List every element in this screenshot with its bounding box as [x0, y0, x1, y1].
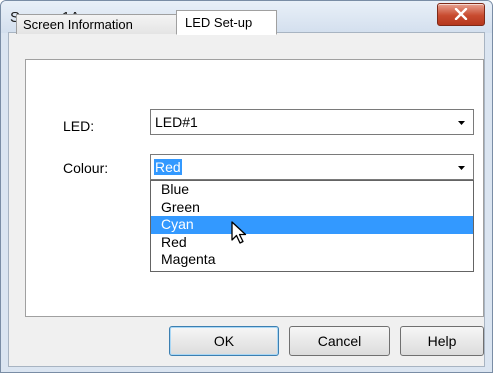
help-button[interactable]: Help [400, 326, 484, 356]
led-label: LED: [63, 118, 95, 134]
colour-dropdown-list: Blue Green Cyan Red Magenta [150, 180, 474, 272]
mouse-pointer-icon [231, 221, 247, 244]
ok-button[interactable]: OK [169, 326, 279, 356]
colour-select[interactable]: Red [150, 154, 474, 180]
dropdown-option-blue[interactable]: Blue [151, 181, 473, 199]
tab-led-setup[interactable]: LED Set-up [176, 10, 277, 35]
dropdown-option-green[interactable]: Green [151, 199, 473, 217]
colour-label: Colour: [63, 160, 109, 176]
chevron-down-icon[interactable] [453, 113, 470, 131]
dropdown-option-red[interactable]: Red [151, 234, 473, 252]
dropdown-option-magenta[interactable]: Magenta [151, 251, 473, 269]
close-button[interactable] [437, 3, 485, 26]
close-icon [454, 8, 468, 20]
colour-select-value: Red [154, 159, 182, 175]
chevron-down-icon[interactable] [453, 158, 470, 176]
tab-screen-information[interactable]: Screen Information [16, 14, 177, 34]
led-select[interactable]: LED#1 [150, 109, 474, 135]
led-select-value: LED#1 [155, 114, 198, 130]
dropdown-option-cyan[interactable]: Cyan [151, 216, 473, 234]
cancel-button[interactable]: Cancel [289, 326, 390, 356]
